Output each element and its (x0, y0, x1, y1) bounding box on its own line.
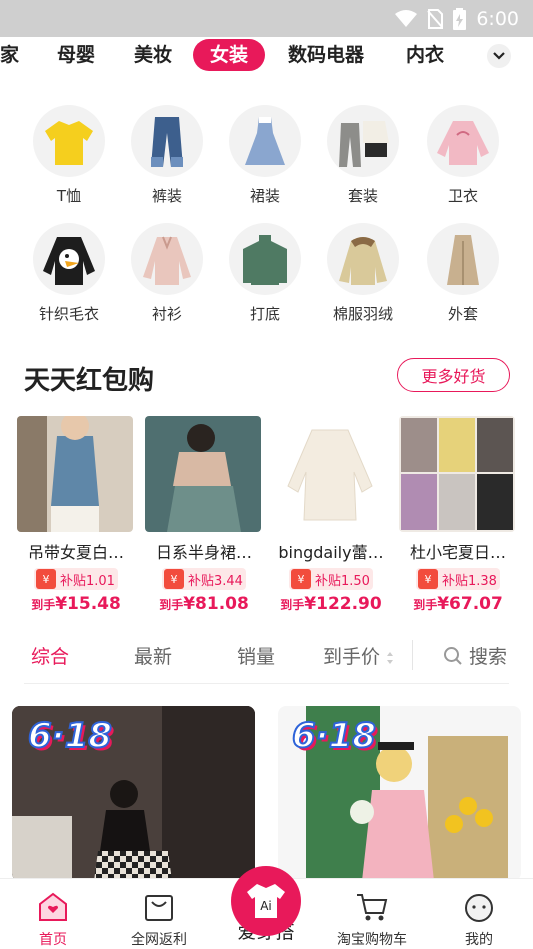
subcategory-base-layer[interactable]: 打底 (220, 223, 310, 324)
subcategory-set[interactable]: 套装 (318, 105, 408, 206)
category-tab-womens[interactable]: 女装 (193, 39, 266, 71)
product-card[interactable]: 日系半身裙… ¥ 补贴3.44 到手¥81.08 (145, 416, 263, 614)
set-icon (327, 105, 399, 177)
product-image (399, 416, 515, 532)
jeans-icon (131, 105, 203, 177)
status-bar: 6:00 (0, 0, 533, 37)
parka-icon (327, 223, 399, 295)
divider (412, 640, 413, 670)
product-card[interactable]: bingdaily蕾… ¥ 补贴1.50 到手¥122.90 (272, 416, 390, 614)
tab-taobao-cart[interactable]: 淘宝购物车 (322, 879, 422, 949)
product-card[interactable]: 杜小宅夏日… ¥ 补贴1.38 到手¥67.07 (399, 416, 517, 614)
subsidy-badge: ¥ 补贴1.38 (416, 568, 500, 590)
subcategory-hoodie[interactable]: 卫衣 (418, 105, 508, 206)
product-image (272, 416, 388, 532)
subcategory-dress[interactable]: 裙装 (220, 105, 310, 206)
wifi-icon (395, 9, 418, 28)
product-image (145, 416, 261, 532)
ai-shirt-icon: Ai (247, 884, 285, 918)
cart-icon (357, 894, 388, 921)
subcategory-coat[interactable]: 外套 (418, 223, 508, 324)
sort-comprehensive[interactable]: 综合 (31, 642, 69, 669)
category-tab-beauty[interactable]: 美妆 (134, 39, 172, 71)
trench-coat-icon (427, 223, 499, 295)
subsidy-badge: ¥ 补贴3.44 (162, 568, 246, 590)
subcategory-pants[interactable]: 裤装 (122, 105, 212, 206)
battery-icon (453, 7, 467, 30)
section-title: 天天红包购 (24, 366, 155, 396)
subsidy-badge: ¥ 补贴1.01 (34, 568, 118, 590)
sort-arrows-icon (387, 651, 394, 664)
subsidy-badge: ¥ 补贴1.50 (289, 568, 373, 590)
sort-newest[interactable]: 最新 (134, 642, 172, 669)
category-tab-baby[interactable]: 母婴 (57, 39, 95, 71)
category-tab-underwear[interactable]: 内衣 (406, 39, 444, 71)
dress-icon (229, 105, 301, 177)
sale-618-badge: 6·18 (291, 715, 377, 757)
tab-home[interactable]: 首页 (3, 879, 103, 949)
feed-card[interactable]: 6·18 (12, 706, 255, 881)
svg-text:Ai: Ai (260, 899, 272, 913)
profile-face-icon (465, 894, 493, 922)
sale-618-badge: 6·18 (27, 715, 113, 757)
red-envelope-icon: ¥ (164, 569, 184, 589)
tshirt-icon (33, 105, 105, 177)
subcategory-tshirt[interactable]: T恤 (24, 105, 114, 206)
sweater-icon (33, 223, 105, 295)
chevron-down-icon (493, 52, 505, 60)
sort-bar: 综合 最新 销量 到手价 搜索 (0, 636, 533, 676)
category-tab-digital[interactable]: 数码电器 (288, 39, 364, 71)
sort-price[interactable]: 到手价 (323, 642, 394, 669)
sweatshirt-icon (427, 105, 499, 177)
feed-card[interactable]: 6·18 (278, 706, 521, 881)
search-icon (444, 647, 462, 665)
turtleneck-icon (229, 223, 301, 295)
status-time: 6:00 (476, 7, 519, 30)
category-tab-home[interactable]: 家 (0, 39, 19, 71)
sort-sales[interactable]: 销量 (237, 642, 275, 669)
category-tabs: 家 母婴 美妆 女装 数码电器 内衣 (0, 37, 533, 75)
shopping-bag-icon (145, 895, 173, 921)
home-icon (39, 892, 67, 921)
no-sim-icon (427, 8, 444, 29)
blouse-icon (131, 223, 203, 295)
red-envelope-icon: ¥ (291, 569, 311, 589)
subcategory-shirt[interactable]: 衬衫 (122, 223, 212, 324)
divider (24, 683, 509, 684)
tab-rebate[interactable]: 全网返利 (109, 879, 209, 949)
expand-categories-button[interactable] (487, 44, 511, 68)
subcategory-down-jacket[interactable]: 棉服羽绒 (318, 223, 408, 324)
product-image (17, 416, 133, 532)
subcategory-knitwear[interactable]: 针织毛衣 (24, 223, 114, 324)
product-card[interactable]: 吊带女夏白… ¥ 补贴1.01 到手¥15.48 (17, 416, 135, 614)
tab-profile[interactable]: 我的 (429, 879, 529, 949)
search-button[interactable]: 搜索 (443, 642, 507, 669)
more-goods-button[interactable]: 更多好货 (397, 358, 510, 392)
ai-outfit-button[interactable]: Ai (231, 866, 301, 936)
red-envelope-icon: ¥ (418, 569, 438, 589)
red-envelope-icon: ¥ (36, 569, 56, 589)
